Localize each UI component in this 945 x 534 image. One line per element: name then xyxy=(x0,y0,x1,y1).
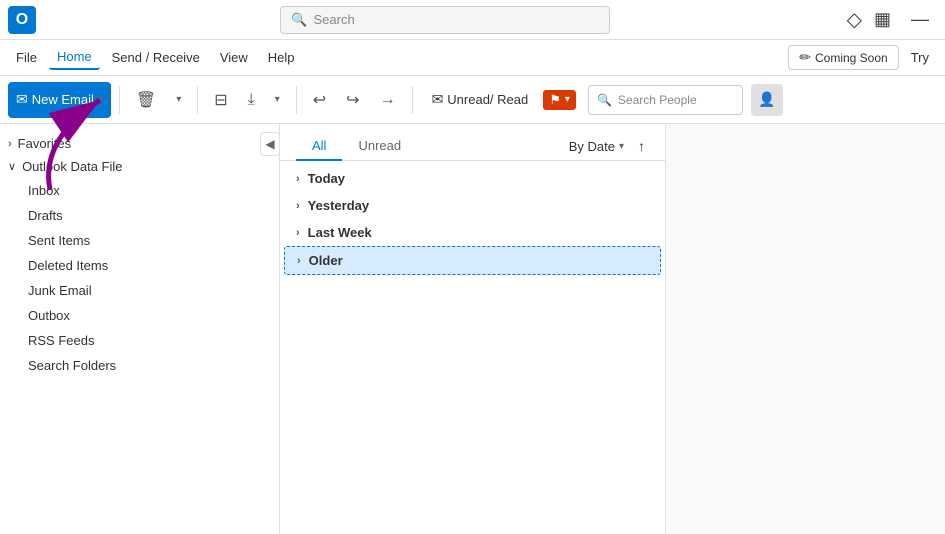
unread-read-label: Unread/ Read xyxy=(447,92,528,107)
forward-button[interactable]: → xyxy=(372,82,404,118)
sort-by-date-button[interactable]: By Date ▾ xyxy=(563,135,630,158)
minimize-button[interactable]: — xyxy=(903,9,937,30)
delete-icon: 🗑 xyxy=(136,90,156,110)
main-layout: ◀ › Favorites ∨ Outlook Data File Inbox … xyxy=(0,124,945,534)
new-email-button[interactable]: ✉ New Email ▾ xyxy=(8,82,111,118)
move-button[interactable]: ⤓ xyxy=(240,82,263,118)
coming-soon-label: Coming Soon xyxy=(815,51,888,65)
sidebar: ◀ › Favorites ∨ Outlook Data File Inbox … xyxy=(0,124,280,534)
redo-icon: ↪ xyxy=(346,90,359,110)
tab-all[interactable]: All xyxy=(296,132,342,161)
group-yesterday[interactable]: › Yesterday xyxy=(280,192,665,219)
data-file-chevron-icon: ∨ xyxy=(8,160,16,173)
search-people-placeholder: Search People xyxy=(618,93,697,107)
title-bar: O 🔍 Search ◇ ▦ — xyxy=(0,0,945,40)
older-label: Older xyxy=(309,253,343,268)
older-chevron-icon: › xyxy=(297,255,301,267)
delete-dropdown-button[interactable]: ▾ xyxy=(168,82,189,118)
last-week-label: Last Week xyxy=(308,225,372,240)
profile-button[interactable]: 👤 xyxy=(751,84,783,116)
data-file-label: Outlook Data File xyxy=(22,159,122,174)
group-today[interactable]: › Today xyxy=(280,165,665,192)
menu-home[interactable]: Home xyxy=(49,45,100,70)
message-list: › Today › Yesterday › Last Week › Older xyxy=(280,161,665,534)
envelope-icon: ✉ xyxy=(432,91,444,108)
menu-help[interactable]: Help xyxy=(260,46,303,69)
forward-icon: → xyxy=(380,91,396,109)
outlook-data-file-section[interactable]: ∨ Outlook Data File xyxy=(0,155,279,178)
toolbar: ✉ New Email ▾ 🗑 ▾ ⊟ ⤓ ▾ ↩ ↪ → ✉ Unread/ … xyxy=(0,76,945,124)
search-people-icon: 🔍 xyxy=(597,93,612,107)
search-people-box[interactable]: 🔍 Search People xyxy=(588,85,743,115)
flag-icon: ⚑ xyxy=(549,92,561,108)
sidebar-item-drafts[interactable]: Drafts xyxy=(4,203,275,228)
separator-3 xyxy=(296,86,297,114)
sidebar-toggle-button[interactable]: ◀ xyxy=(260,132,280,156)
title-search-area: 🔍 Search xyxy=(44,6,847,34)
diamond-icon[interactable]: ◇ xyxy=(847,7,862,32)
outlook-logo: O xyxy=(8,6,36,34)
search-placeholder: Search xyxy=(313,12,354,27)
undo-button[interactable]: ↩ xyxy=(305,82,334,118)
search-icon: 🔍 xyxy=(291,12,307,28)
today-label: Today xyxy=(308,171,345,186)
sidebar-content: › Favorites ∨ Outlook Data File Inbox Dr… xyxy=(0,124,279,534)
separator-2 xyxy=(197,86,198,114)
title-search-box[interactable]: 🔍 Search xyxy=(280,6,610,34)
new-email-dropdown-icon[interactable]: ▾ xyxy=(98,94,103,105)
content-tabs: All Unread By Date ▾ ↑ xyxy=(280,124,665,161)
yesterday-label: Yesterday xyxy=(308,198,369,213)
unread-read-button[interactable]: ✉ Unread/ Read xyxy=(421,82,540,118)
redo-button[interactable]: ↪ xyxy=(338,82,367,118)
archive-button[interactable]: ⊟ xyxy=(206,82,235,118)
menu-send-receive[interactable]: Send / Receive xyxy=(104,46,208,69)
move-dropdown-button[interactable]: ▾ xyxy=(267,82,288,118)
sort-dropdown-icon: ▾ xyxy=(619,141,624,152)
try-button[interactable]: Try xyxy=(903,46,937,69)
undo-icon: ↩ xyxy=(313,90,326,110)
sort-label: By Date xyxy=(569,139,615,154)
sidebar-item-search-folders[interactable]: Search Folders xyxy=(4,353,275,378)
delete-button[interactable]: 🗑 xyxy=(128,82,164,118)
coming-soon-button[interactable]: ✏ Coming Soon xyxy=(788,45,898,70)
group-older[interactable]: › Older xyxy=(284,246,661,275)
yesterday-chevron-icon: › xyxy=(296,200,300,212)
sidebar-item-rss[interactable]: RSS Feeds xyxy=(4,328,275,353)
move-dropdown-icon: ▾ xyxy=(275,94,280,105)
sidebar-item-inbox[interactable]: Inbox xyxy=(4,178,275,203)
move-icon: ⤓ xyxy=(248,91,255,109)
sidebar-item-deleted[interactable]: Deleted Items xyxy=(4,253,275,278)
menu-bar: File Home Send / Receive View Help ✏ Com… xyxy=(0,40,945,76)
tab-unread[interactable]: Unread xyxy=(342,132,417,161)
new-email-label: New Email xyxy=(32,92,94,107)
menu-file[interactable]: File xyxy=(8,46,45,69)
flag-dropdown-icon[interactable]: ▾ xyxy=(565,94,570,105)
separator-1 xyxy=(119,86,120,114)
flag-button[interactable]: ⚑ ▾ xyxy=(543,90,576,110)
group-last-week[interactable]: › Last Week xyxy=(280,219,665,246)
new-email-icon: ✉ xyxy=(16,91,28,108)
right-panel xyxy=(665,124,945,534)
last-week-chevron-icon: › xyxy=(296,227,300,239)
favorites-label: Favorites xyxy=(18,136,71,151)
favorites-section[interactable]: › Favorites xyxy=(0,132,279,155)
title-actions: ◇ ▦ — xyxy=(847,7,937,32)
sort-controls: By Date ▾ ↑ xyxy=(563,134,649,158)
favorites-chevron-icon: › xyxy=(8,138,12,150)
qr-icon[interactable]: ▦ xyxy=(874,9,891,30)
profile-icon: 👤 xyxy=(758,91,775,108)
sidebar-item-junk[interactable]: Junk Email xyxy=(4,278,275,303)
delete-dropdown-icon: ▾ xyxy=(176,94,181,105)
archive-icon: ⊟ xyxy=(214,90,227,110)
content-area: All Unread By Date ▾ ↑ › Today › Yesterd… xyxy=(280,124,665,534)
coming-soon-icon: ✏ xyxy=(799,49,811,66)
sidebar-item-sent[interactable]: Sent Items xyxy=(4,228,275,253)
menu-view[interactable]: View xyxy=(212,46,256,69)
sidebar-item-outbox[interactable]: Outbox xyxy=(4,303,275,328)
today-chevron-icon: › xyxy=(296,173,300,185)
sort-direction-button[interactable]: ↑ xyxy=(634,134,649,158)
separator-4 xyxy=(412,86,413,114)
